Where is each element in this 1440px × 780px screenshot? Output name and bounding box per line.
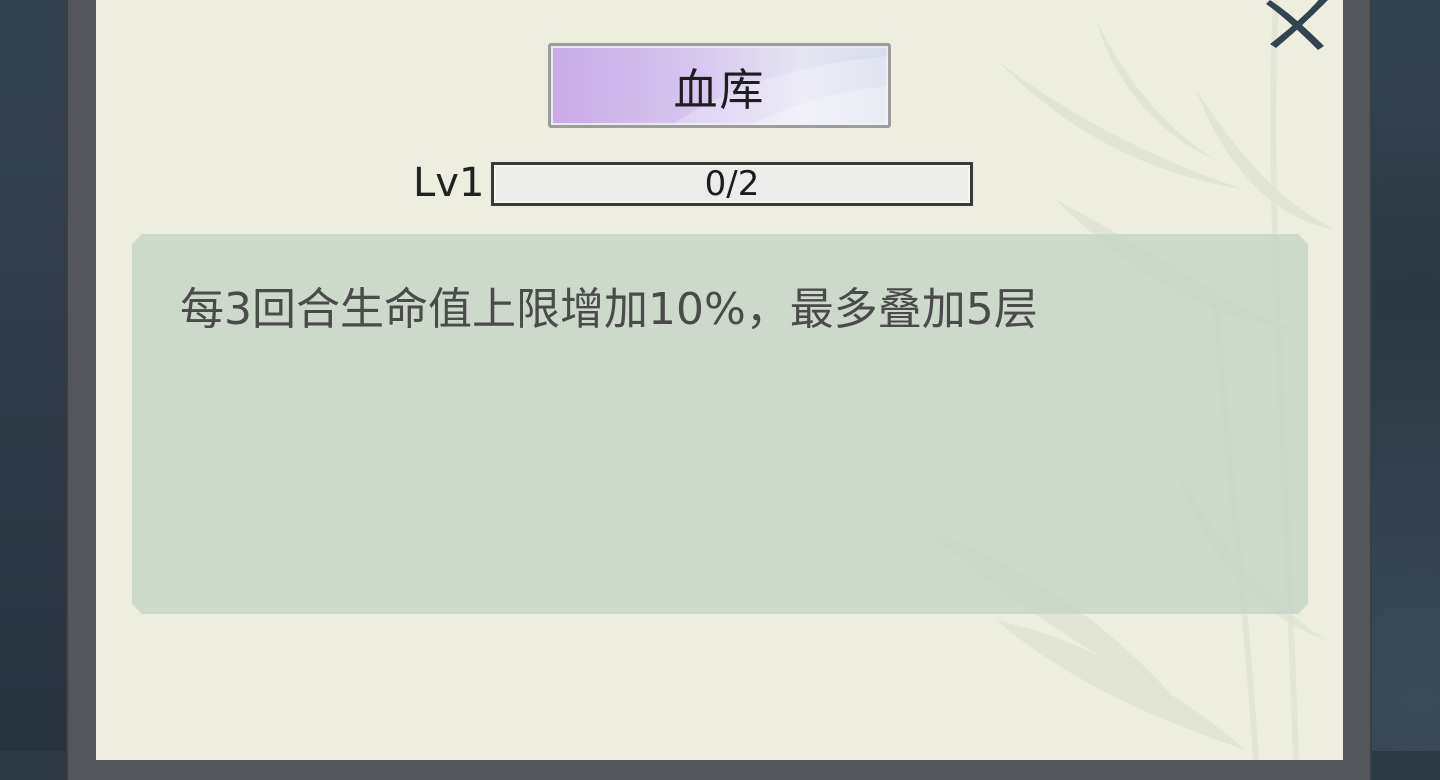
close-button[interactable] <box>1262 0 1334 54</box>
skill-progress-bar: 0/2 <box>491 162 973 206</box>
progress-text: 0/2 <box>494 165 970 203</box>
close-x-icon <box>1262 0 1334 54</box>
skill-title-box: 血库 <box>548 43 891 128</box>
skill-name: 血库 <box>674 54 766 118</box>
skill-level-label: Lv1 <box>413 158 484 208</box>
skill-description: 每3回合生命值上限增加10%，最多叠加5层 <box>180 282 1038 338</box>
